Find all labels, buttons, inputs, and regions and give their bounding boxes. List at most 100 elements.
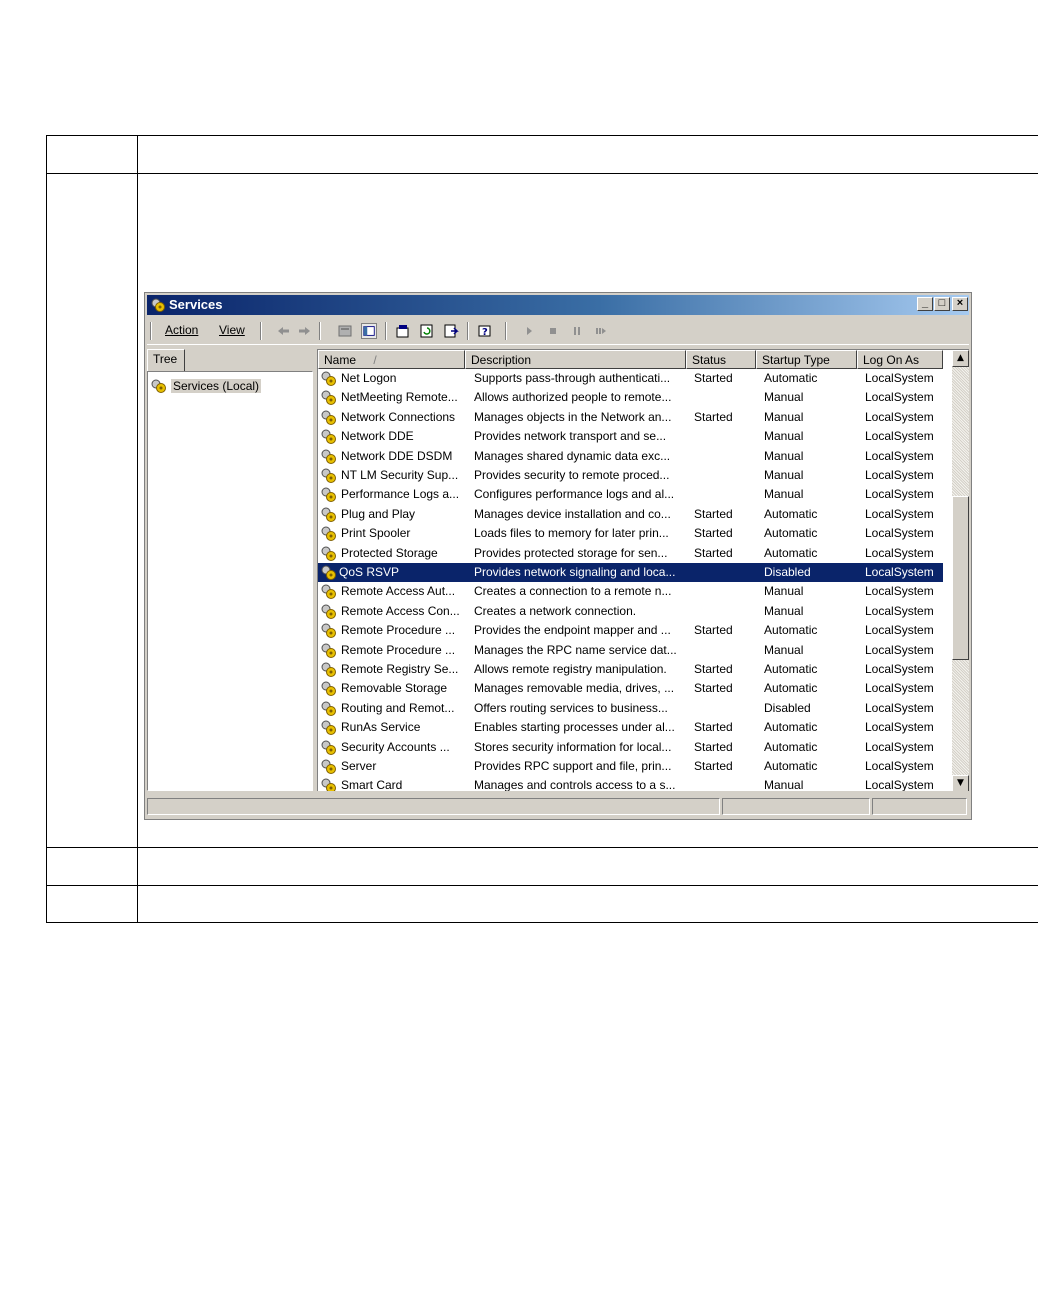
show-hide-tree-icon[interactable] — [361, 323, 377, 339]
cell-description: Manages shared dynamic data exc... — [474, 448, 671, 463]
column-header-name[interactable]: Name / — [318, 350, 465, 369]
table-row[interactable]: Remote Procedure ... Manages the RPC name… — [318, 641, 943, 660]
table-row[interactable]: NetMeeting Remote... Allows authorized pe… — [318, 388, 943, 407]
services-gear-icon — [151, 379, 166, 393]
service-gear-icon — [321, 662, 336, 677]
scroll-down-button[interactable]: ▼ — [952, 775, 969, 791]
start-icon[interactable] — [521, 323, 537, 339]
table-row[interactable]: Remote Access Aut... Creates a connection… — [318, 582, 943, 601]
cell-name: Network DDE DSDM — [341, 448, 453, 463]
cell-description: Enables starting processes under al... — [474, 720, 675, 735]
cell-status — [693, 390, 756, 406]
table-cell — [46, 135, 138, 174]
stop-icon[interactable] — [545, 323, 561, 339]
toolbar-separator — [319, 322, 321, 340]
table-row[interactable]: Plug and Play Manages device installation… — [318, 505, 943, 524]
toolbar-separator — [467, 322, 469, 340]
export-list-icon[interactable] — [443, 323, 459, 339]
cell-startup-type: Disabled — [763, 565, 857, 581]
column-header-log-on-as[interactable]: Log On As — [857, 350, 943, 369]
cell-log-on-as: LocalSystem — [865, 720, 934, 735]
tree-item-services-local[interactable]: Services (Local) — [150, 377, 262, 395]
cell-log-on-as: LocalSystem — [865, 623, 934, 638]
service-gear-icon — [321, 623, 336, 639]
table-row[interactable]: Remote Procedure ... Provides the endpoin… — [318, 621, 943, 640]
cell-description: Manages the RPC name service dat... — [474, 642, 677, 657]
services-list: Name / Description Status Startup Type L… — [317, 349, 969, 791]
column-header-startup-type[interactable]: Startup Type — [756, 350, 857, 369]
restart-icon[interactable] — [593, 323, 609, 339]
menu-view[interactable]: View — [219, 323, 245, 337]
cell-status: Started — [694, 545, 733, 560]
service-gear-icon — [321, 390, 336, 406]
cell-description: Supports pass-through authenticati... — [474, 371, 671, 385]
table-row[interactable]: Print Spooler Loads files to memory for l… — [318, 524, 943, 543]
service-gear-icon — [321, 584, 336, 600]
status-panel — [722, 798, 870, 815]
table-row[interactable]: NT LM Security Sup... Provides security t… — [318, 466, 943, 485]
column-header-description[interactable]: Description — [465, 350, 686, 369]
table-row[interactable]: QoS RSVP Provides network signaling and l… — [318, 563, 943, 582]
table-row[interactable]: Net Logon Supports pass-through authentic… — [318, 369, 943, 388]
scroll-up-button[interactable]: ▲ — [952, 350, 969, 367]
cell-description: Creates a network connection. — [474, 603, 637, 618]
table-row[interactable]: Network Connections Manages objects in th… — [318, 408, 943, 427]
cell-name: Protected Storage — [341, 545, 438, 560]
cell-description: Configures performance logs and al... — [474, 487, 675, 502]
scroll-thumb[interactable] — [952, 496, 969, 660]
table-row[interactable]: Security Accounts ... Stores security inf… — [318, 738, 943, 757]
cell-description: Provides the endpoint mapper and ... — [474, 623, 671, 638]
close-button[interactable]: × — [952, 297, 968, 311]
cell-log-on-as: LocalSystem — [865, 603, 934, 618]
service-gear-icon — [321, 720, 336, 736]
column-header-status[interactable]: Status — [686, 350, 756, 369]
tree-tab[interactable]: Tree — [147, 349, 185, 371]
table-row[interactable]: Network DDE Provides network transport an… — [318, 427, 943, 446]
cell-startup-type: Automatic — [764, 506, 818, 521]
table-row[interactable]: Removable Storage Manages removable media… — [318, 679, 943, 698]
menu-action[interactable]: Action — [165, 323, 198, 337]
table-row[interactable]: Performance Logs a... Configures performa… — [318, 485, 943, 504]
cell-log-on-as: LocalSystem — [865, 584, 934, 599]
back-icon[interactable] — [275, 323, 291, 339]
table-row[interactable]: Remote Access Con... Creates a network co… — [318, 602, 943, 621]
cell-log-on-as: LocalSystem — [865, 739, 934, 754]
properties-icon[interactable] — [395, 323, 411, 339]
service-gear-icon — [321, 507, 336, 522]
table-row[interactable]: Routing and Remot... Offers routing servi… — [318, 699, 943, 718]
table-row[interactable]: Remote Registry Se... Allows remote regis… — [318, 660, 943, 679]
table-row[interactable]: Smart Card Manages and controls access to… — [318, 776, 943, 791]
maximize-button[interactable]: □ — [934, 297, 950, 311]
svg-text:?: ? — [482, 327, 488, 338]
toolbar-separator — [385, 322, 387, 340]
cell-name: Remote Procedure ... — [341, 642, 456, 657]
vertical-scrollbar[interactable]: ▲ ▼ — [952, 350, 969, 791]
cell-status: Started — [694, 720, 733, 735]
forward-icon[interactable] — [297, 323, 313, 339]
cell-description: Allows remote registry manipulation. — [474, 662, 667, 676]
help-icon[interactable]: ? — [477, 323, 493, 339]
cell-description: Allows authorized people to remote... — [474, 390, 672, 405]
cell-startup-type: Manual — [764, 642, 804, 657]
cell-startup-type: Manual — [764, 487, 804, 502]
up-icon[interactable] — [337, 323, 353, 339]
cell-name: Routing and Remot... — [341, 700, 455, 715]
title-bar[interactable]: Services _ □ × — [147, 295, 969, 315]
table-row[interactable]: Protected Storage Provides protected stor… — [318, 544, 943, 563]
cell-log-on-as: LocalSystem — [865, 759, 934, 773]
cell-startup-type: Manual — [764, 584, 804, 599]
table-cell — [46, 847, 138, 886]
pause-icon[interactable] — [569, 323, 585, 339]
table-cell — [46, 885, 138, 923]
table-cell — [137, 847, 1038, 886]
table-row[interactable]: RunAs Service Enables starting processes … — [318, 718, 943, 737]
minimize-button[interactable]: _ — [917, 297, 933, 311]
service-gear-icon — [321, 410, 336, 425]
cell-name: RunAs Service — [341, 720, 421, 735]
refresh-icon[interactable] — [419, 323, 435, 339]
tree-view[interactable]: Services (Local) — [147, 371, 313, 791]
cell-startup-type: Automatic — [764, 720, 818, 735]
table-row[interactable]: Server Provides RPC support and file, pri… — [318, 757, 943, 776]
service-gear-icon — [321, 487, 336, 503]
table-row[interactable]: Network DDE DSDM Manages shared dynamic d… — [318, 447, 943, 466]
